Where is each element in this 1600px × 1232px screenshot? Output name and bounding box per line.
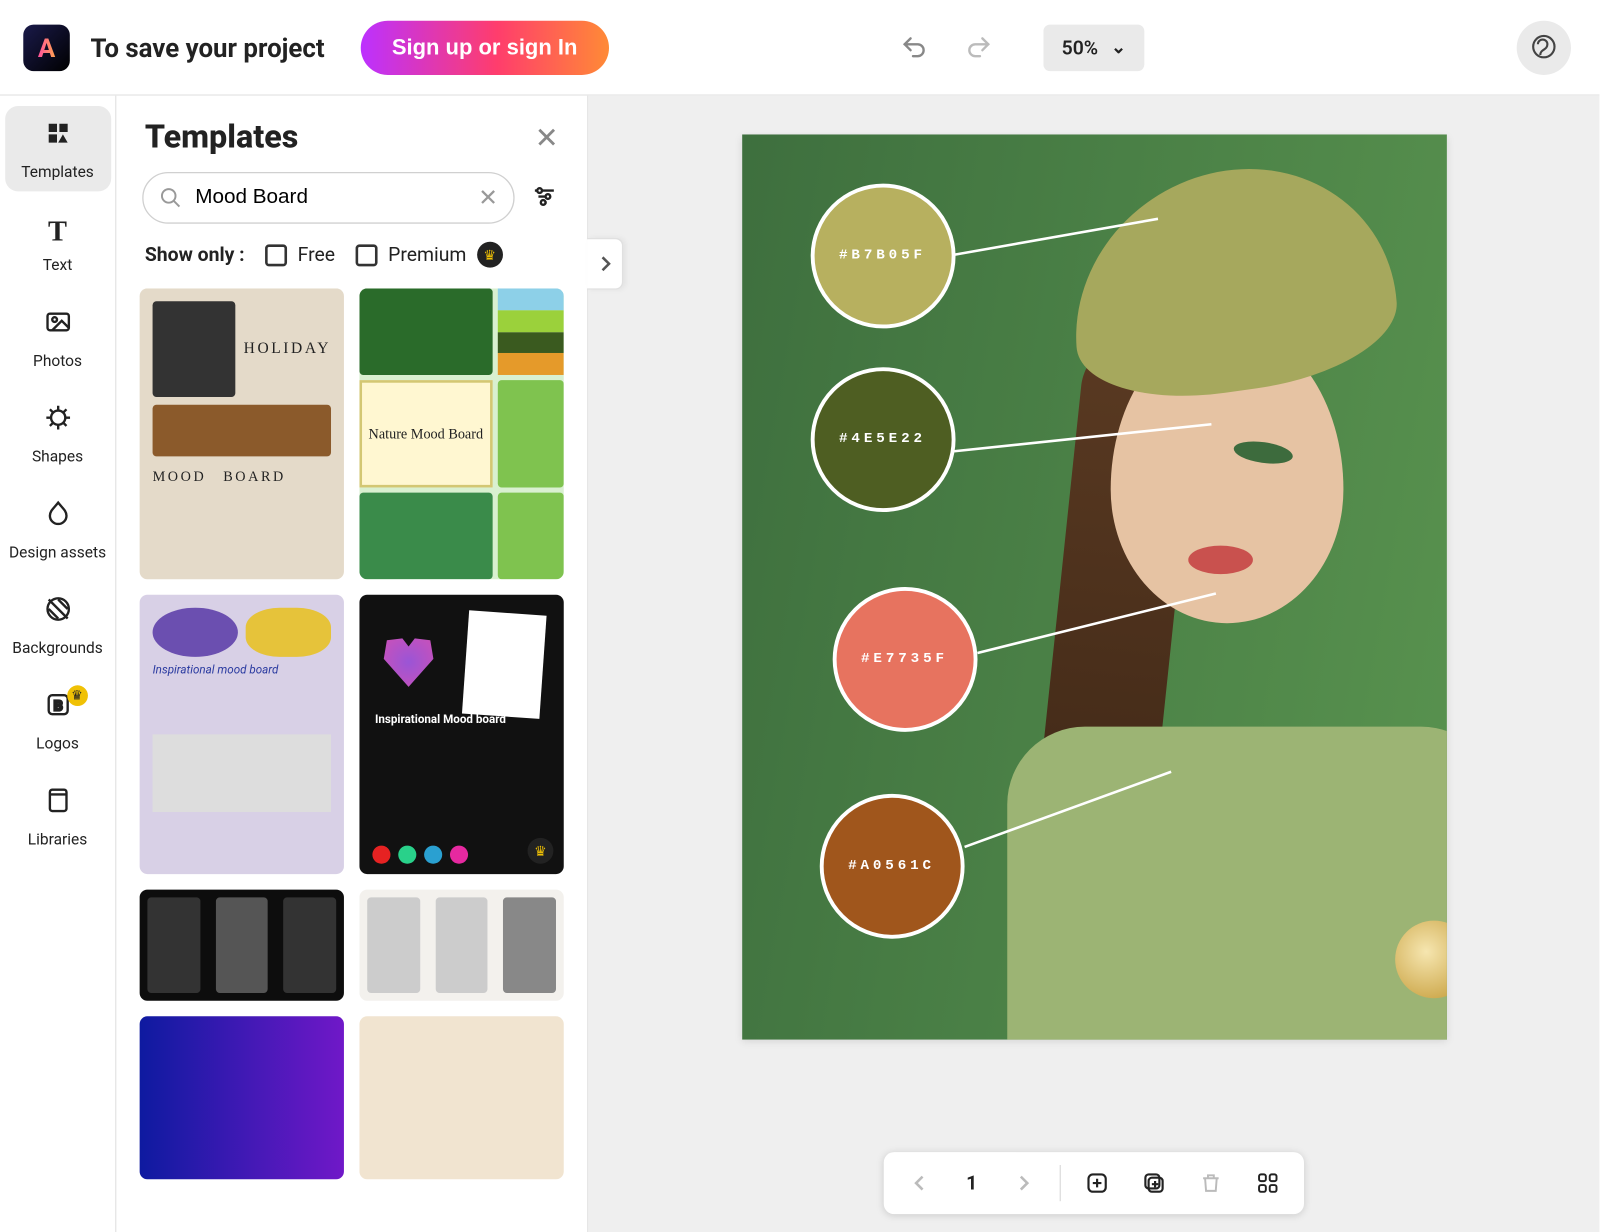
- next-page-button[interactable]: [995, 1155, 1052, 1212]
- filters-button[interactable]: [528, 181, 562, 215]
- save-project-text: To save your project: [91, 32, 325, 63]
- rail-item-backgrounds[interactable]: Backgrounds: [5, 582, 111, 667]
- panel-title: Templates: [145, 119, 299, 156]
- crown-icon: ♛: [477, 242, 503, 268]
- signup-signin-button[interactable]: Sign up or sign In: [361, 20, 609, 74]
- close-panel-button[interactable]: ✕: [535, 121, 559, 155]
- color-swatch[interactable]: #4E5E22: [810, 367, 955, 512]
- rail-label: Backgrounds: [12, 639, 102, 657]
- rail-item-logos[interactable]: ♛ B Logos: [5, 678, 111, 763]
- rail-item-libraries[interactable]: Libraries: [5, 773, 111, 858]
- rail-item-text[interactable]: T Text: [5, 202, 111, 285]
- rail-label: Templates: [21, 163, 94, 181]
- rail-item-shapes[interactable]: Shapes: [5, 390, 111, 475]
- search-input[interactable]: [195, 186, 465, 209]
- page-toolbar: 1: [884, 1152, 1304, 1214]
- delete-page-button[interactable]: [1182, 1155, 1239, 1212]
- template-card[interactable]: Inspirational mood board: [140, 595, 344, 874]
- template-card[interactable]: [359, 1016, 563, 1179]
- shapes-icon: [43, 403, 71, 439]
- undo-button[interactable]: [891, 24, 938, 71]
- app-logo[interactable]: A: [23, 24, 70, 71]
- text-icon: T: [48, 215, 67, 249]
- template-card[interactable]: Nature Mood Board: [359, 288, 563, 579]
- templates-panel: Templates ✕ ✕ Show only : Free Premium♛: [116, 96, 588, 1232]
- collapse-panel-button[interactable]: [587, 238, 623, 290]
- templates-icon: [43, 119, 71, 155]
- color-swatch[interactable]: #B7B05F: [810, 184, 955, 329]
- canvas-artboard[interactable]: #B7B05F #4E5E22 #E7735F #A0561C: [742, 134, 1447, 1039]
- rail-label: Photos: [33, 352, 82, 370]
- crown-icon: ♛: [528, 838, 554, 864]
- rail-label: Libraries: [28, 830, 88, 848]
- premium-badge-icon: ♛: [67, 685, 88, 706]
- grid-view-button[interactable]: [1239, 1155, 1296, 1212]
- free-checkbox[interactable]: Free: [265, 243, 335, 266]
- zoom-value: 50%: [1062, 36, 1098, 59]
- template-card[interactable]: HOLIDAY MOOD BOARD: [140, 288, 344, 579]
- photo-model: [955, 171, 1446, 1040]
- rail-label: Text: [43, 256, 73, 274]
- template-card[interactable]: [359, 890, 563, 1001]
- zoom-dropdown[interactable]: 50% ⌄: [1044, 24, 1145, 71]
- chevron-down-icon: ⌄: [1111, 37, 1126, 58]
- rail-label: Logos: [36, 734, 79, 752]
- prev-page-button[interactable]: [892, 1155, 949, 1212]
- color-swatch[interactable]: #E7735F: [832, 587, 977, 732]
- photos-icon: [43, 308, 71, 344]
- add-page-button[interactable]: [1069, 1155, 1126, 1212]
- search-icon: [159, 186, 182, 209]
- clear-search-button[interactable]: ✕: [478, 184, 498, 211]
- libraries-icon: [43, 786, 71, 822]
- rail-item-photos[interactable]: Photos: [5, 295, 111, 380]
- redo-button[interactable]: [956, 24, 1003, 71]
- premium-checkbox[interactable]: Premium♛: [356, 242, 503, 268]
- template-card[interactable]: Inspirational Mood board ♛: [359, 595, 563, 874]
- rail-label: Shapes: [32, 447, 83, 465]
- backgrounds-icon: [43, 595, 71, 631]
- svg-text:B: B: [53, 699, 62, 715]
- design-assets-icon: [43, 499, 71, 535]
- duplicate-page-button[interactable]: [1126, 1155, 1183, 1212]
- rail-item-design-assets[interactable]: Design assets: [5, 486, 111, 571]
- show-only-label: Show only :: [145, 243, 245, 266]
- side-nav-rail: Templates T Text Photos Shapes Design as…: [0, 96, 116, 1232]
- color-swatch[interactable]: #A0561C: [819, 794, 964, 939]
- page-number: 1: [948, 1171, 995, 1194]
- rail-item-templates[interactable]: Templates: [5, 106, 111, 191]
- rail-label: Design assets: [9, 543, 106, 561]
- help-button[interactable]: [1517, 20, 1571, 74]
- canvas-area[interactable]: #B7B05F #4E5E22 #E7735F #A0561C 1: [588, 96, 1599, 1232]
- search-box[interactable]: ✕: [142, 172, 514, 224]
- template-card[interactable]: [140, 1016, 344, 1179]
- template-card[interactable]: [140, 890, 344, 1001]
